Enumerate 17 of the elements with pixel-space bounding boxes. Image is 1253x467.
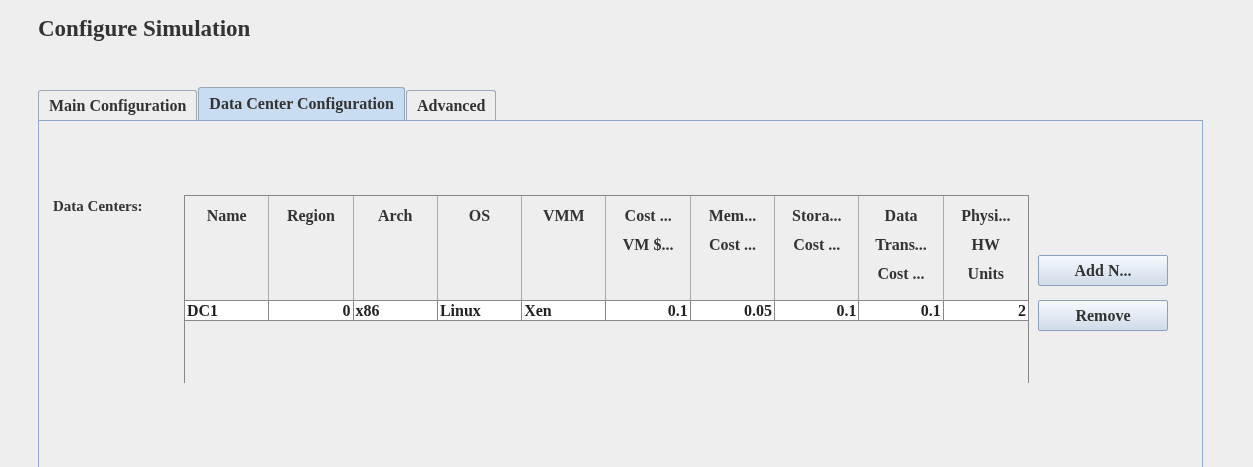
table-cell: x86 [353,301,438,321]
table-cell: 2 [943,301,1028,321]
tab[interactable]: Data Center Configuration [198,87,405,120]
table-cell: 0.1 [606,301,691,321]
table-cell: DC1 [185,301,270,321]
table-cell: Linux [437,301,523,321]
table-cell: 0.1 [775,301,860,321]
table-button[interactable]: Add N... [1038,255,1168,286]
page-title: Configure Simulation [38,16,252,43]
tab[interactable]: Advanced [405,90,497,120]
table-cell: 0 [269,301,354,321]
table-cell: 0.1 [859,301,944,321]
table-cell: 0.05 [690,301,776,321]
tab[interactable]: Main Configuration [38,90,198,120]
table-cell: Xen [522,301,607,321]
data-centers-label: Data Centers: [53,197,144,216]
table-button[interactable]: Remove [1038,300,1168,331]
